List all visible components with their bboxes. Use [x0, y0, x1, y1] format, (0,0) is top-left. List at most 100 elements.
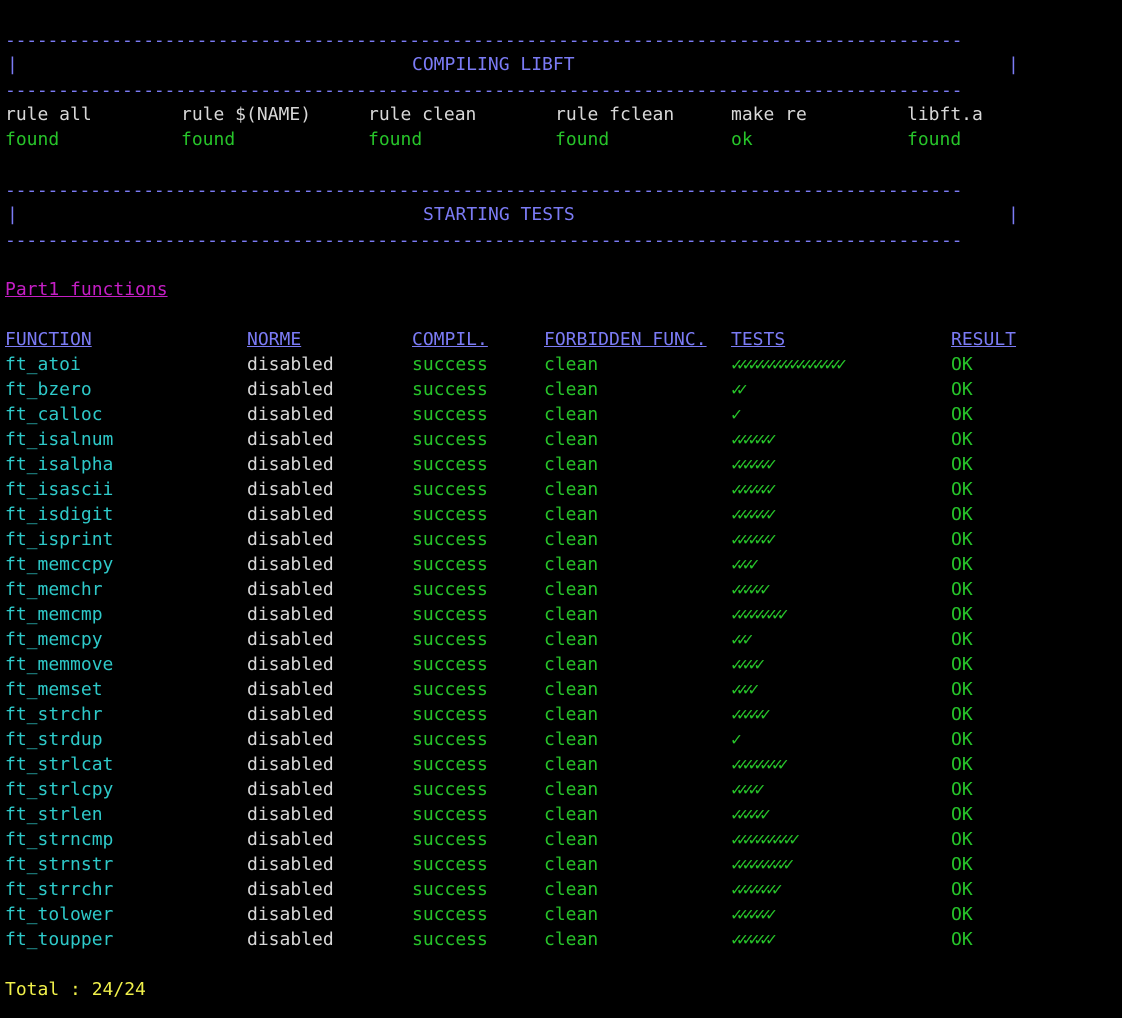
forbidden-status: clean [544, 679, 599, 700]
rule-label: rule all [5, 104, 92, 125]
box-right-border: | [1008, 204, 1019, 225]
compil-status: success [412, 854, 488, 875]
norme-status: disabled [247, 454, 334, 475]
tests-checkmarks: ✓✓✓✓✓✓✓ [731, 479, 777, 500]
function-name: ft_strchr [5, 704, 103, 725]
forbidden-status: clean [544, 879, 599, 900]
result-status: OK [951, 604, 973, 625]
norme-status: disabled [247, 529, 334, 550]
column-header-result: RESULT [951, 329, 1017, 350]
compil-status: success [412, 379, 488, 400]
result-status: OK [951, 654, 973, 675]
tests-checkmarks: ✓✓✓✓✓✓✓ [731, 504, 777, 525]
box-left-border: | [7, 204, 18, 225]
separator-line: ----------------------------------------… [5, 80, 963, 101]
forbidden-status: clean [544, 729, 599, 750]
compil-status: success [412, 704, 488, 725]
separator-line: ----------------------------------------… [5, 180, 963, 201]
compil-status: success [412, 629, 488, 650]
section-title: Part1 functions [5, 279, 168, 300]
function-name: ft_atoi [5, 354, 81, 375]
forbidden-status: clean [544, 804, 599, 825]
forbidden-status: clean [544, 454, 599, 475]
rule-status: found [907, 129, 962, 150]
function-name: ft_toupper [5, 929, 114, 950]
tests-checkmarks: ✓✓✓✓✓✓✓✓ [731, 879, 783, 900]
function-name: ft_memmove [5, 654, 114, 675]
result-status: OK [951, 879, 973, 900]
result-status: OK [951, 829, 973, 850]
tests-checkmarks: ✓✓✓✓✓✓ [731, 704, 771, 725]
result-status: OK [951, 354, 973, 375]
result-status: OK [951, 529, 973, 550]
compil-status: success [412, 729, 488, 750]
rule-label: libft.a [907, 104, 983, 125]
compil-status: success [412, 429, 488, 450]
norme-status: disabled [247, 379, 334, 400]
column-header-tests: TESTS [731, 329, 786, 350]
norme-status: disabled [247, 704, 334, 725]
norme-status: disabled [247, 404, 334, 425]
compil-status: success [412, 579, 488, 600]
rule-label: make re [731, 104, 807, 125]
norme-status: disabled [247, 429, 334, 450]
compil-status: success [412, 554, 488, 575]
norme-status: disabled [247, 754, 334, 775]
column-header-forbidden: FORBIDDEN FUNC. [544, 329, 707, 350]
result-status: OK [951, 779, 973, 800]
tests-checkmarks: ✓✓✓✓✓✓✓✓✓✓✓✓✓✓✓✓✓✓✓ [731, 354, 847, 375]
function-name: ft_isalnum [5, 429, 114, 450]
tests-checkmarks: ✓✓✓✓✓✓✓ [731, 529, 777, 550]
forbidden-status: clean [544, 354, 599, 375]
result-status: OK [951, 479, 973, 500]
forbidden-status: clean [544, 854, 599, 875]
function-name: ft_strlcpy [5, 779, 114, 800]
tests-checkmarks: ✓✓✓✓✓ [731, 779, 765, 800]
rule-status: found [181, 129, 236, 150]
norme-status: disabled [247, 854, 334, 875]
compil-status: success [412, 929, 488, 950]
function-name: ft_isprint [5, 529, 114, 550]
function-name: ft_strnstr [5, 854, 114, 875]
norme-status: disabled [247, 604, 334, 625]
compil-status: success [412, 779, 488, 800]
result-status: OK [951, 454, 973, 475]
compil-status: success [412, 679, 488, 700]
function-name: ft_isdigit [5, 504, 114, 525]
result-status: OK [951, 554, 973, 575]
forbidden-status: clean [544, 504, 599, 525]
total-summary: Total : 24/24 [5, 979, 146, 1000]
result-status: OK [951, 404, 973, 425]
forbidden-status: clean [544, 579, 599, 600]
result-status: OK [951, 629, 973, 650]
norme-status: disabled [247, 729, 334, 750]
tests-checkmarks: ✓✓ [731, 379, 748, 400]
norme-status: disabled [247, 654, 334, 675]
forbidden-status: clean [544, 554, 599, 575]
forbidden-status: clean [544, 404, 599, 425]
forbidden-status: clean [544, 779, 599, 800]
box-right-border: | [1008, 54, 1019, 75]
rule-label: rule $(NAME) [181, 104, 312, 125]
result-status: OK [951, 804, 973, 825]
compil-status: success [412, 604, 488, 625]
tests-checkmarks: ✓✓✓✓✓✓ [731, 804, 771, 825]
function-name: ft_strlen [5, 804, 103, 825]
result-status: OK [951, 504, 973, 525]
result-status: OK [951, 929, 973, 950]
tests-checkmarks: ✓✓✓✓✓✓✓✓✓ [731, 754, 789, 775]
result-status: OK [951, 429, 973, 450]
result-status: OK [951, 579, 973, 600]
norme-status: disabled [247, 479, 334, 500]
forbidden-status: clean [544, 829, 599, 850]
compil-status: success [412, 404, 488, 425]
column-header-compil: COMPIL. [412, 329, 488, 350]
rule-label: rule clean [368, 104, 477, 125]
compil-status: success [412, 904, 488, 925]
function-name: ft_memccpy [5, 554, 114, 575]
function-name: ft_bzero [5, 379, 92, 400]
tests-checkmarks: ✓✓✓✓✓✓✓ [731, 454, 777, 475]
function-name: ft_memchr [5, 579, 103, 600]
function-name: ft_isascii [5, 479, 114, 500]
function-name: ft_strncmp [5, 829, 114, 850]
